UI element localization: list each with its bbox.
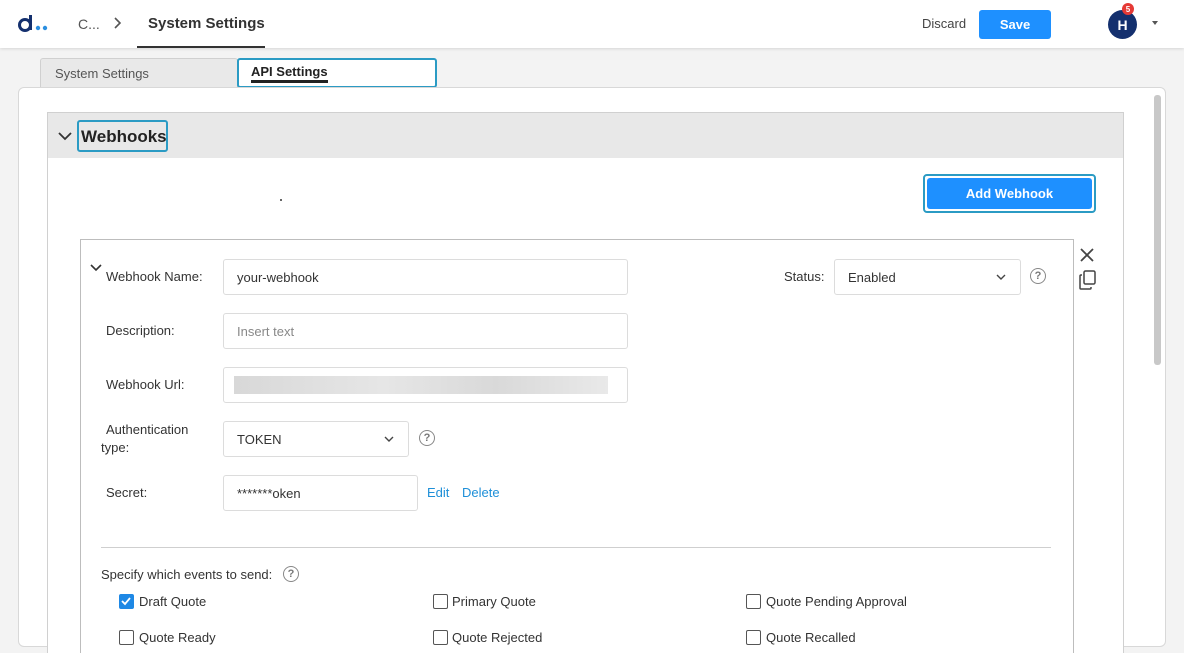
close-icon[interactable] [1079, 247, 1095, 263]
status-select-value: Enabled [848, 270, 896, 285]
description-input[interactable]: Insert text [223, 313, 628, 349]
event-label: Primary Quote [452, 594, 536, 609]
event-label: Quote Pending Approval [766, 594, 907, 609]
notification-badge: 5 [1122, 3, 1134, 15]
auth-type-label-line2: type: [101, 440, 130, 455]
webhook-url-input[interactable] [223, 367, 628, 403]
breadcrumb-parent[interactable]: C... [78, 16, 100, 32]
status-select[interactable]: Enabled [834, 259, 1021, 295]
webhooks-section: Webhooks Add Webhook Webhook Name: your-… [47, 112, 1124, 653]
redacted-url-value [234, 376, 608, 394]
app-logo-icon[interactable] [18, 12, 50, 34]
scrollbar[interactable] [1154, 95, 1161, 365]
copy-icon[interactable] [1079, 270, 1097, 290]
event-label: Quote Rejected [452, 630, 543, 645]
help-icon[interactable]: ? [419, 430, 435, 446]
section-title: Webhooks [77, 120, 168, 152]
description-label: Description: [106, 323, 175, 338]
tab-api-settings-label: API Settings [251, 64, 328, 83]
chevron-down-icon [384, 436, 394, 442]
checkbox-quote-pending-approval[interactable] [746, 594, 761, 609]
event-label: Draft Quote [139, 594, 207, 609]
help-icon[interactable]: ? [283, 566, 299, 582]
chevron-down-icon[interactable] [90, 264, 102, 272]
save-button[interactable]: Save [979, 10, 1051, 39]
status-label: Status: [784, 269, 825, 284]
checkbox-quote-rejected[interactable] [433, 630, 448, 645]
secret-input[interactable]: *******oken [223, 475, 418, 511]
help-icon[interactable]: ? [1030, 268, 1046, 284]
tab-api-settings[interactable]: API Settings [237, 58, 437, 88]
chevron-right-icon [114, 17, 122, 29]
checkbox-quote-recalled[interactable] [746, 630, 761, 645]
webhook-card: Webhook Name: your-webhook Status: Enabl… [80, 239, 1074, 653]
event-label: Quote Recalled [766, 630, 856, 645]
breadcrumb-active-underline [137, 46, 265, 48]
discard-button[interactable]: Discard [922, 16, 966, 31]
auth-type-select-value: TOKEN [237, 432, 282, 447]
tab-system-settings[interactable]: System Settings [40, 58, 238, 88]
add-webhook-button[interactable]: Add Webhook [927, 178, 1092, 209]
checkbox-draft-quote[interactable] [119, 594, 134, 609]
chevron-down-icon[interactable] [58, 131, 72, 141]
secret-label: Secret: [106, 485, 148, 500]
checkbox-quote-ready[interactable] [119, 630, 134, 645]
divider-dot [280, 199, 282, 201]
auth-type-select[interactable]: TOKEN [223, 421, 409, 457]
events-label: Specify which events to send: [101, 567, 273, 582]
top-bar: C... System Settings Discard Save H 5 [0, 0, 1184, 48]
delete-secret-link[interactable]: Delete [462, 485, 500, 500]
webhook-url-label: Webhook Url: [106, 377, 185, 392]
auth-type-label-line1: Authentication [106, 422, 189, 437]
chevron-down-icon [996, 274, 1006, 280]
caret-down-icon[interactable] [1152, 21, 1158, 25]
edit-secret-link[interactable]: Edit [427, 485, 449, 500]
page-title: System Settings [148, 15, 265, 32]
avatar[interactable]: H [1108, 10, 1137, 39]
webhook-name-input[interactable]: your-webhook [223, 259, 628, 295]
checkmark-icon [121, 597, 131, 606]
webhook-name-label: Webhook Name: [106, 269, 203, 284]
checkbox-primary-quote[interactable] [433, 594, 448, 609]
divider [101, 547, 1051, 548]
webhooks-section-header[interactable]: Webhooks [48, 113, 1123, 158]
event-label: Quote Ready [139, 630, 216, 645]
add-webhook-focus-ring: Add Webhook [923, 174, 1096, 213]
